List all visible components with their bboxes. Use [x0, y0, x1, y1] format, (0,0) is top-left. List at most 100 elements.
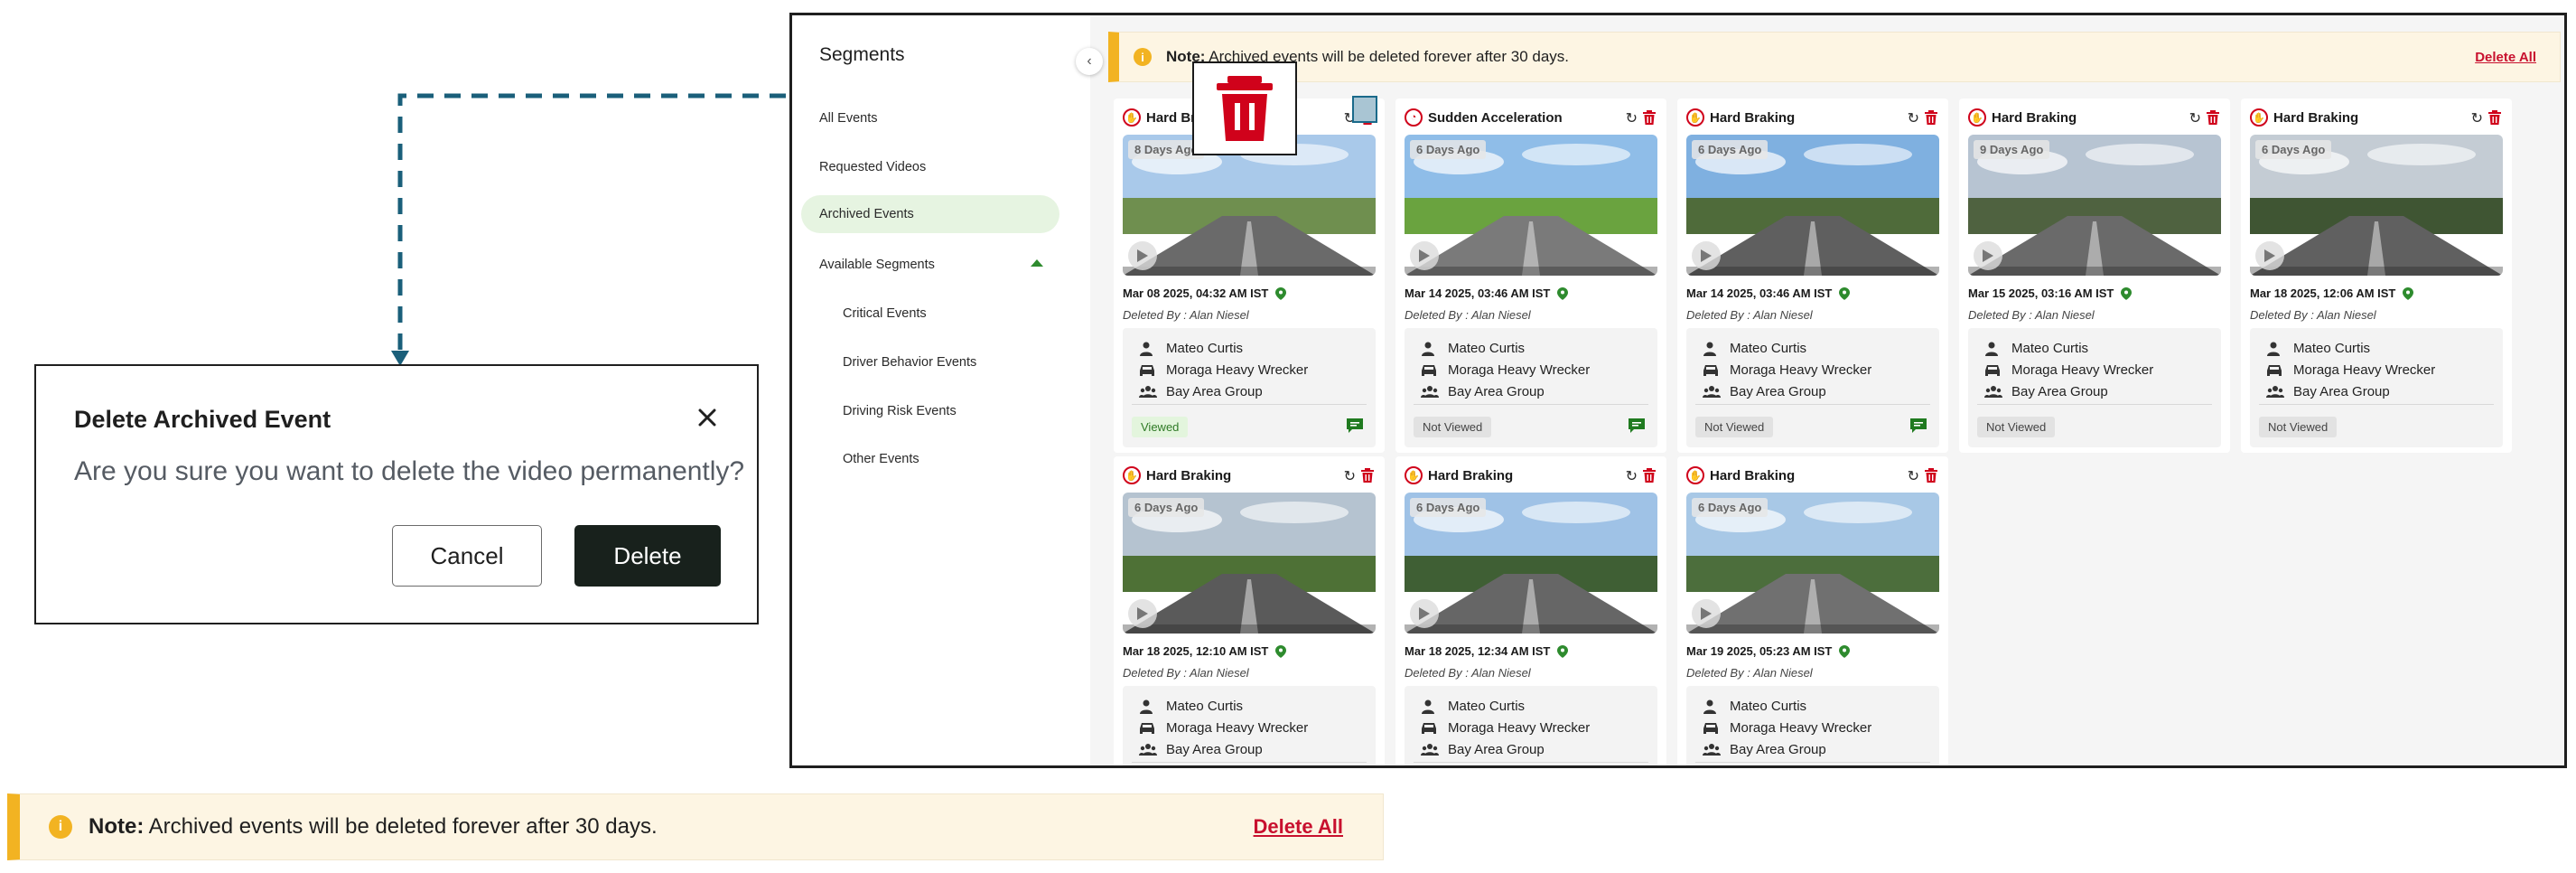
location-pin-icon[interactable]: [2403, 286, 2414, 300]
group-icon: [2266, 385, 2284, 399]
trash-icon-highlight: [1352, 96, 1377, 123]
restore-icon[interactable]: ↻: [1908, 109, 1919, 127]
play-icon[interactable]: [1128, 241, 1157, 270]
sidebar-item-critical-events[interactable]: Critical Events: [843, 306, 927, 321]
divider: [2259, 404, 2494, 405]
delete-all-link[interactable]: Delete All: [2475, 50, 2536, 65]
driver-icon: [1139, 342, 1155, 356]
video-thumbnail[interactable]: 6 Days Ago: [1123, 493, 1376, 634]
location-pin-icon[interactable]: [1275, 286, 1287, 300]
location-pin-icon[interactable]: [1839, 286, 1851, 300]
info-icon: i: [49, 815, 72, 839]
restore-icon[interactable]: ↻: [1626, 467, 1638, 485]
location-pin-icon[interactable]: [1557, 286, 1569, 300]
event-date: Mar 18 2025, 12:34 AM IST: [1405, 644, 1569, 658]
event-date-text: Mar 18 2025, 12:10 AM IST: [1123, 644, 1269, 658]
event-card[interactable]: ◔ Sudden Acceleration ↻ 6 Days Ago Mar 14 20…: [1395, 99, 1666, 453]
group-icon: [1703, 385, 1721, 399]
sidebar-item-driving-risk-events[interactable]: Driving Risk Events: [843, 404, 957, 418]
sidebar-item-archived-events[interactable]: Archived Events: [801, 195, 1059, 233]
restore-icon[interactable]: ↻: [1908, 467, 1919, 485]
event-date-text: Mar 19 2025, 05:23 AM IST: [1686, 644, 1833, 658]
detail-vehicle: Moraga Heavy Wrecker: [1421, 720, 1590, 736]
speedometer-icon: ◔: [1405, 108, 1423, 127]
play-icon[interactable]: [1410, 241, 1439, 270]
video-thumbnail[interactable]: 6 Days Ago: [2250, 135, 2503, 276]
detail-driver: Mateo Curtis: [2266, 341, 2370, 356]
video-thumbnail[interactable]: 6 Days Ago: [1405, 493, 1657, 634]
event-card[interactable]: ✋ Hard Braking ↻ 6 Days Ago Mar 19 2025, 05:…: [1677, 456, 1948, 765]
deleted-by: Deleted By : Alan Niesel: [1686, 666, 1813, 680]
play-icon[interactable]: [1128, 599, 1157, 628]
location-pin-icon[interactable]: [2121, 286, 2133, 300]
play-icon[interactable]: [1974, 241, 2002, 270]
delete-all-link[interactable]: Delete All: [1254, 815, 1343, 839]
detail-group: Bay Area Group: [1139, 742, 1263, 757]
vehicle-icon: [1984, 363, 2001, 378]
sidebar-item-driver-behavior-events[interactable]: Driver Behavior Events: [843, 355, 976, 370]
video-thumbnail[interactable]: 6 Days Ago: [1405, 135, 1657, 276]
view-status-badge: Not Viewed: [1977, 417, 2056, 437]
location-pin-icon[interactable]: [1275, 644, 1287, 658]
trash-icon[interactable]: [2207, 110, 2219, 125]
trash-icon[interactable]: [1643, 468, 1656, 483]
trash-icon[interactable]: [2488, 110, 2501, 125]
detail-vehicle: Moraga Heavy Wrecker: [1421, 362, 1590, 378]
comment-icon[interactable]: [1347, 418, 1363, 433]
play-icon[interactable]: [1692, 241, 1721, 270]
close-icon[interactable]: [692, 402, 723, 433]
vehicle-name: Moraga Heavy Wrecker: [1166, 720, 1309, 736]
event-details: Mateo Curtis Moraga Heavy Wrecker Bay Area…: [1405, 686, 1657, 765]
location-pin-icon[interactable]: [1839, 644, 1851, 658]
detail-vehicle: Moraga Heavy Wrecker: [2266, 362, 2435, 378]
event-card[interactable]: ✋ Hard Braking ↻ 6 Days Ago Mar 18 2025, 12:…: [1114, 456, 1385, 765]
age-badge: 6 Days Ago: [1692, 498, 1769, 517]
video-thumbnail[interactable]: 8 Days Ago: [1123, 135, 1376, 276]
hand-stop-icon: ✋: [1123, 466, 1141, 484]
collapse-sidebar-button[interactable]: ‹: [1076, 48, 1103, 75]
event-card[interactable]: ✋ Hard Braking ↻ 9 Days Ago Mar 15 2025, 03:…: [1959, 99, 2230, 453]
sidebar-item-other-events[interactable]: Other Events: [843, 452, 919, 466]
delete-button[interactable]: Delete: [574, 525, 721, 587]
trash-icon[interactable]: [1643, 110, 1656, 125]
sidebar-item-available-segments[interactable]: Available Segments: [819, 258, 935, 272]
chevron-up-icon[interactable]: [1031, 259, 1043, 267]
location-pin-icon[interactable]: [1557, 644, 1569, 658]
driver-name: Mateo Curtis: [2011, 341, 2089, 356]
restore-icon[interactable]: ↻: [2471, 109, 2483, 127]
trash-icon[interactable]: [1925, 468, 1937, 483]
detail-vehicle: Moraga Heavy Wrecker: [1139, 362, 1308, 378]
age-badge: 6 Days Ago: [1692, 140, 1769, 159]
comment-icon[interactable]: [1910, 418, 1927, 433]
divider: [1132, 762, 1367, 763]
trash-icon[interactable]: [1925, 110, 1937, 125]
event-card[interactable]: ✋ Hard Braking ↻ 6 Days Ago Mar 18 2025, 12:…: [1395, 456, 1666, 765]
vehicle-name: Moraga Heavy Wrecker: [2011, 362, 2154, 378]
video-thumbnail[interactable]: 6 Days Ago: [1686, 135, 1939, 276]
event-date-text: Mar 08 2025, 04:32 AM IST: [1123, 286, 1269, 300]
deleted-by: Deleted By : Alan Niesel: [1123, 308, 1249, 322]
vehicle-name: Moraga Heavy Wrecker: [1448, 720, 1591, 736]
sidebar-item-requested-videos[interactable]: Requested Videos: [819, 160, 926, 174]
play-icon[interactable]: [2255, 241, 2284, 270]
trash-icon[interactable]: [1361, 468, 1374, 483]
group-name: Bay Area Group: [1166, 384, 1263, 399]
restore-icon[interactable]: ↻: [1344, 467, 1356, 485]
event-date: Mar 08 2025, 04:32 AM IST: [1123, 286, 1287, 300]
event-date: Mar 18 2025, 12:06 AM IST: [2250, 286, 2414, 300]
video-thumbnail[interactable]: 6 Days Ago: [1686, 493, 1939, 634]
play-icon[interactable]: [1692, 599, 1721, 628]
event-card[interactable]: ✋ Hard Braking ↻ 6 Days Ago Mar 14 2025, 03:…: [1677, 99, 1948, 453]
play-icon[interactable]: [1410, 599, 1439, 628]
restore-icon[interactable]: ↻: [1626, 109, 1638, 127]
restore-icon[interactable]: ↻: [2189, 109, 2201, 127]
comment-icon[interactable]: [1629, 418, 1645, 433]
event-card[interactable]: ✋ Hard Braking ↻ 6 Days Ago Mar 18 2025, 12:…: [2241, 99, 2512, 453]
vehicle-name: Moraga Heavy Wrecker: [1730, 362, 1872, 378]
cancel-button[interactable]: Cancel: [392, 525, 542, 587]
sidebar-item-label: Archived Events: [819, 207, 914, 221]
video-thumbnail[interactable]: 9 Days Ago: [1968, 135, 2221, 276]
deleted-by: Deleted By : Alan Niesel: [2250, 308, 2376, 322]
group-icon: [1139, 385, 1157, 399]
sidebar-item-all-events[interactable]: All Events: [819, 111, 877, 126]
